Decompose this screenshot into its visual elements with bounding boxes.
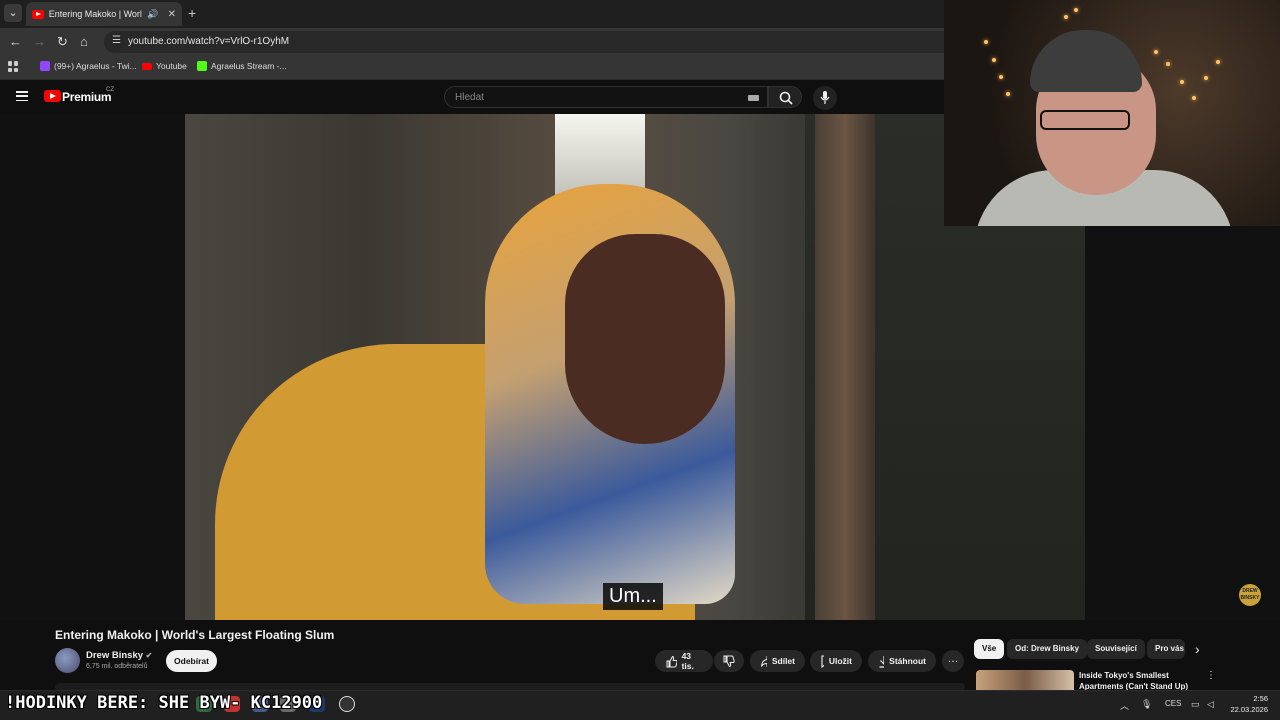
video-subtitle: Um... [603,583,663,610]
webcam-person-cap [1030,30,1142,92]
system-clock[interactable]: 2:56 22.03.2026 [1228,693,1268,715]
channel-name[interactable]: Drew Binsky ✔ [86,650,152,661]
share-label: Sdílet [771,656,795,666]
share-button[interactable]: Sdílet [750,650,805,672]
bookmark-kick[interactable]: Agraelus Stream -... [197,61,287,71]
thumbs-down-icon [723,655,735,667]
save-button[interactable]: Uložit [810,650,862,672]
chevron-up-icon[interactable]: ︿ [1120,699,1129,712]
obs-icon[interactable] [339,696,355,712]
verified-icon: ✔ [145,651,153,660]
browser-toolbar: ← → ↻ ⌂ ☰ youtube.com/watch?v=VrlO-r1Oyh… [0,28,944,56]
watermark-text: DREW BINSKY [1240,588,1260,601]
channel-watermark[interactable]: DREW BINSKY [1239,584,1261,606]
twitch-icon [40,61,50,71]
download-icon [879,655,885,668]
share-icon [761,655,767,667]
recommended-menu-icon[interactable]: ⋮ [1206,670,1216,681]
stream-overlay-ticker: !HODINKY BERE: SHE BYW- KC12900 [5,693,323,713]
chip-from-channel[interactable]: Od: Drew Binsky [1007,639,1088,659]
youtube-icon [142,62,152,70]
tab-title: Entering Makoko | World's [48,9,143,19]
bookmark-label: Agraelus Stream -... [211,61,287,71]
search-icon [779,91,793,105]
chip-related[interactable]: Související [1087,639,1145,659]
speaker-icon[interactable]: 🔊 [147,9,158,20]
volume-icon[interactable]: ◁ [1207,699,1214,710]
address-bar[interactable]: ☰ youtube.com/watch?v=VrlO-r1OyhM [104,31,944,53]
reload-icon[interactable]: ↻ [57,34,68,50]
chevron-right-icon[interactable]: › [1195,641,1200,657]
back-arrow-icon[interactable]: ← [9,34,22,50]
dislike-button[interactable] [714,650,744,672]
download-button[interactable]: Stáhnout [868,650,936,672]
recommended-thumbnail[interactable] [976,670,1074,690]
kick-icon [197,61,207,71]
search-placeholder: Hledat [455,92,484,103]
forward-arrow-icon[interactable]: → [33,34,46,50]
microphone-icon [820,91,830,104]
language-indicator[interactable]: CES [1165,699,1181,708]
bookmark-icon [821,654,824,668]
youtube-logo-icon[interactable] [44,90,61,102]
video-pipe [815,114,875,620]
like-button[interactable]: 43 tis. [655,650,713,672]
chip-all[interactable]: Vše [974,639,1005,659]
webcam-overlay [944,0,1280,226]
thumbs-up-icon [666,655,677,667]
address-url[interactable]: youtube.com/watch?v=VrlO-r1OyhM [128,36,289,47]
bookmark-label: Youtube [156,61,187,71]
bookmark-youtube[interactable]: Youtube [142,61,187,71]
video-person-face [565,234,725,444]
webcam-person-glasses [1040,110,1130,130]
subscribe-button[interactable]: Odebírat [166,650,217,672]
chip-for-you[interactable]: Pro vás [1147,639,1185,659]
browser-tab-bar: ⌄ Entering Makoko | World's 🔊 ✕ + [0,0,944,28]
bookmarks-bar: (99+) Agraelus - Twi... Youtube Agraelus… [0,56,944,80]
youtube-premium-logo[interactable]: Premium [62,90,112,104]
channel-name-text[interactable]: Drew Binsky [86,650,143,661]
video-title: Entering Makoko | World's Largest Floati… [55,628,335,642]
clock-date: 22.03.2026 [1230,705,1268,714]
bookmark-twitch[interactable]: (99+) Agraelus - Twi... [40,61,137,71]
apps-grid-icon[interactable] [8,61,19,72]
new-tab-button[interactable]: + [188,5,196,21]
site-info-icon[interactable]: ☰ [112,35,121,46]
channel-avatar[interactable] [55,648,80,673]
download-label: Stáhnout [889,656,926,666]
recommended-title[interactable]: Inside Tokyo's Smallest Apartments (Can'… [1079,670,1199,690]
network-icon[interactable]: ▭ [1191,699,1200,710]
browser-tab-youtube[interactable]: Entering Makoko | World's 🔊 ✕ [26,2,182,26]
like-count: 43 tis. [681,651,694,671]
youtube-favicon-icon [32,9,44,19]
more-actions-button[interactable]: … [942,650,964,672]
search-input[interactable]: Hledat [444,86,768,108]
home-icon[interactable]: ⌂ [80,34,88,50]
subscriber-count: 6,75 mil. odběratelů [86,663,148,670]
clock-time: 2:56 [1253,694,1268,703]
voice-search-button[interactable] [813,86,837,110]
region-code: CZ [106,87,114,93]
search-button[interactable] [768,86,802,108]
keyboard-icon[interactable] [748,95,759,101]
tab-search-button[interactable]: ⌄ [4,4,22,22]
save-label: Uložit [828,656,852,666]
bookmark-label: (99+) Agraelus - Twi... [54,61,137,71]
microphone-tray-icon[interactable]: 🎙 [1141,699,1152,710]
close-tab-icon[interactable]: ✕ [168,9,176,20]
menu-icon[interactable] [16,91,28,101]
